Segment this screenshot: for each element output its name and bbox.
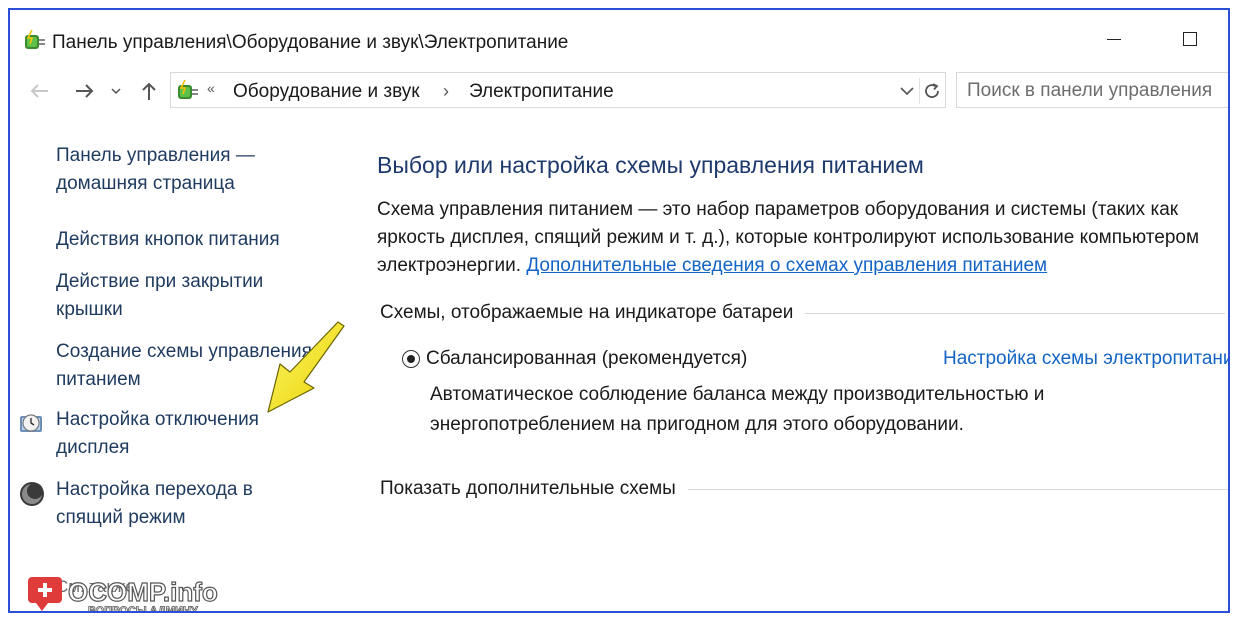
description-line-last: электроэнергии. Дополнительные сведения … (377, 252, 1228, 280)
group-header-text[interactable]: Показать дополнительные схемы (380, 478, 676, 500)
maximize-icon (1183, 32, 1197, 46)
sidebar-link-lid-close[interactable]: Действие при закрытии крышки (56, 268, 296, 324)
plan-detail-line: энергопотреблением на пригодном для этог… (430, 414, 964, 435)
maximize-button[interactable] (1170, 24, 1210, 54)
navigation-bar: « Оборудование и звук › Электропитание (10, 72, 1228, 112)
sidebar-link-display-off[interactable]: Настройка отключения дисплея (56, 406, 286, 462)
arrow-left-icon (30, 84, 48, 98)
power-options-icon (25, 29, 45, 49)
breadcrumb-overflow[interactable]: « (207, 80, 215, 96)
chevron-down-icon (900, 87, 914, 96)
search-input[interactable] (965, 79, 1228, 103)
radio-selected-icon[interactable] (402, 350, 420, 368)
search-box[interactable] (956, 72, 1228, 108)
plan-description-text: Схема управления питанием — это набор па… (377, 196, 1228, 280)
plan-settings-link[interactable]: Настройка схемы электропитания (943, 348, 1228, 370)
window-title: Панель управления\Оборудование и звук\Эл… (52, 32, 569, 53)
ocomp-watermark-logo: OCOMP.info ВОПРОСЫ АДМИНУ (28, 576, 218, 613)
address-dropdown-button[interactable] (895, 79, 919, 103)
plan-detail-text: Автоматическое соблюдение баланса между … (430, 380, 1044, 440)
sidebar-link-control-panel-home[interactable]: Панель управления — домашняя страница (56, 142, 326, 198)
refresh-icon (925, 83, 939, 98)
sleep-moon-icon (20, 482, 44, 506)
description-line: Схема управления питанием — это набор па… (377, 199, 1179, 220)
plan-name[interactable]: Сбалансированная (рекомендуется) (426, 348, 747, 370)
back-button[interactable] (24, 76, 54, 106)
more-info-link[interactable]: Дополнительные сведения о схемах управле… (526, 255, 1047, 276)
arrow-right-icon (76, 84, 94, 98)
up-button[interactable] (134, 76, 164, 106)
minimize-icon (1107, 38, 1121, 40)
breadcrumb-power-options[interactable]: Электропитание (469, 81, 614, 103)
watermark-brand: OCOMP.info (68, 577, 218, 607)
breadcrumb-hardware-and-sound[interactable]: Оборудование и звук (233, 81, 420, 103)
yellow-pointer-arrow-icon (267, 321, 345, 413)
address-bar[interactable]: « Оборудование и звук › Электропитание (170, 72, 946, 108)
plan-balanced-radio[interactable]: Сбалансированная (рекомендуется) (402, 348, 747, 370)
page-title: Выбор или настройка схемы управления пит… (377, 152, 924, 178)
refresh-button[interactable] (919, 78, 944, 104)
power-options-icon (178, 79, 198, 99)
recent-locations-button[interactable] (106, 76, 126, 106)
display-clock-icon (20, 414, 42, 432)
forward-button[interactable] (70, 76, 100, 106)
sidebar-link-sleep[interactable]: Настройка перехода в спящий режим (56, 476, 286, 532)
battery-plans-group-header: Схемы, отображаемые на индикаторе батаре… (380, 302, 1226, 324)
breadcrumb-separator[interactable]: › (443, 81, 449, 102)
plan-detail-line: Автоматическое соблюдение баланса между … (430, 384, 1045, 405)
divider (687, 488, 1228, 490)
description-line: яркость дисплея, спящий режим и т. д.), … (377, 227, 1200, 248)
chevron-down-icon (111, 88, 121, 95)
show-more-plans-header[interactable]: Показать дополнительные схемы (380, 478, 1228, 500)
title-bar: Панель управления\Оборудование и звук\Эл… (10, 10, 1228, 74)
minimize-button[interactable] (1094, 24, 1134, 54)
sidebar-link-power-buttons[interactable]: Действия кнопок питания (56, 226, 326, 254)
group-header-text: Схемы, отображаемые на индикаторе батаре… (380, 302, 794, 323)
description-line: электроэнергии. (377, 255, 522, 276)
main-content: Выбор или настройка схемы управления пит… (375, 112, 1228, 611)
arrow-up-icon (142, 82, 156, 100)
divider (805, 312, 1226, 314)
watermark-tagline: ВОПРОСЫ АДМИНУ (88, 605, 198, 613)
control-panel-window: Панель управления\Оборудование и звук\Эл… (8, 8, 1230, 613)
